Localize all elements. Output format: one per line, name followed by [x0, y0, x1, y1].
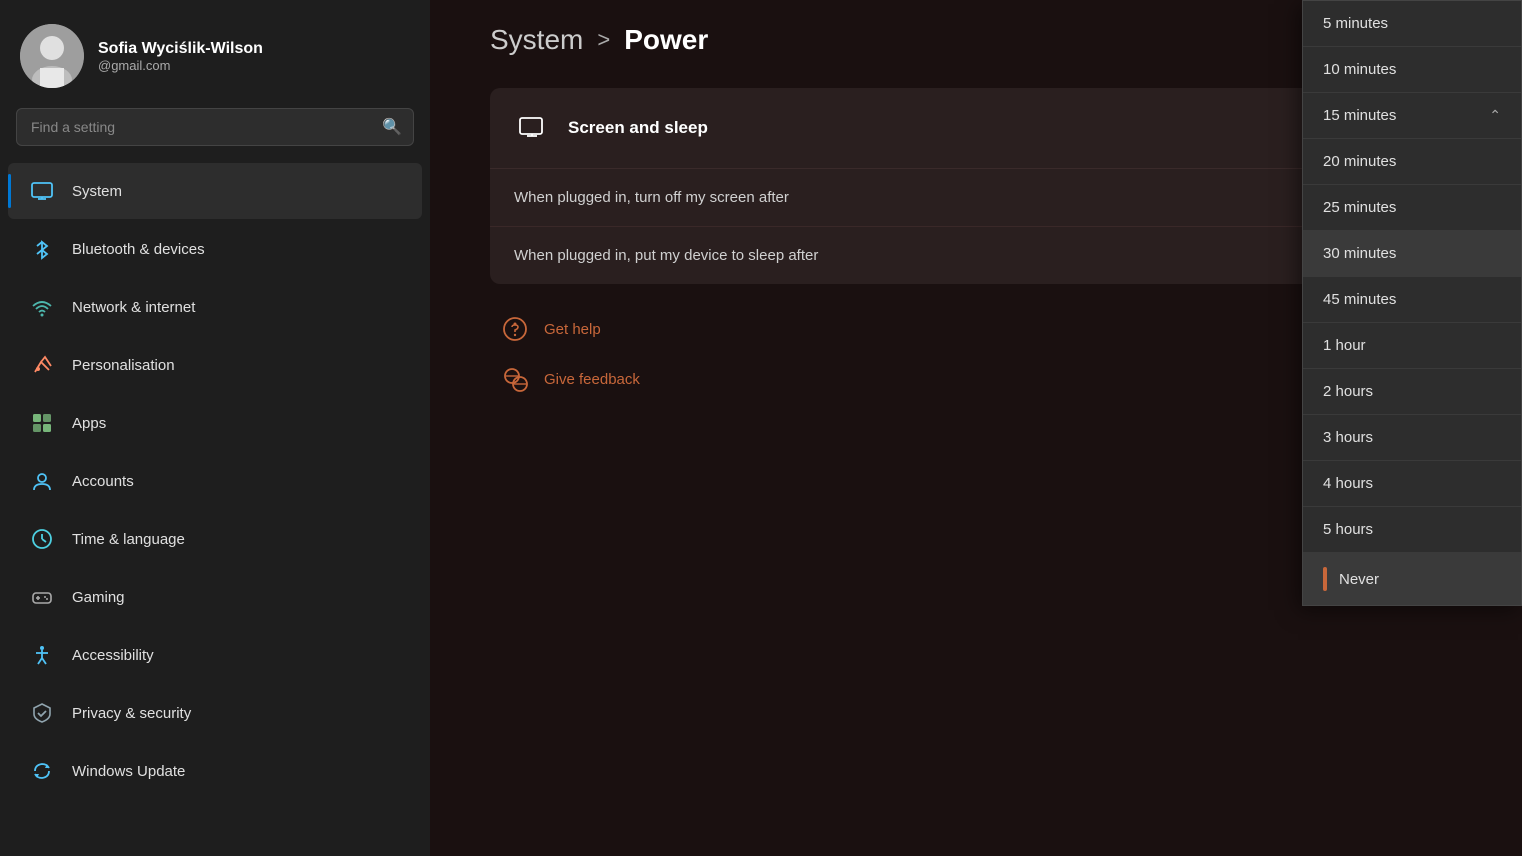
dropdown-label-5: 30 minutes: [1323, 245, 1396, 262]
sidebar-label-accessibility: Accessibility: [72, 647, 154, 664]
sidebar-item-accessibility[interactable]: Accessibility: [8, 627, 422, 683]
main-content: System > Power Screen and sleep When plu…: [430, 0, 1522, 856]
dropdown-label-7: 1 hour: [1323, 337, 1366, 354]
accounts-icon: [28, 467, 56, 495]
selected-indicator: [1323, 567, 1327, 591]
search-icon: 🔍: [382, 117, 402, 137]
sidebar-label-time: Time & language: [72, 531, 185, 548]
sidebar-item-apps[interactable]: Apps: [8, 395, 422, 451]
chevron-up-icon: ⌃: [1489, 107, 1501, 124]
apps-icon: [28, 409, 56, 437]
sidebar-label-system: System: [72, 183, 122, 200]
breadcrumb-parent: System: [490, 24, 583, 56]
sidebar-item-network[interactable]: Network & internet: [8, 279, 422, 335]
sidebar-label-accounts: Accounts: [72, 473, 134, 490]
give-feedback-label: Give feedback: [544, 371, 640, 388]
dropdown-label-11: 5 hours: [1323, 521, 1373, 538]
sidebar-item-update[interactable]: Windows Update: [8, 743, 422, 799]
sidebar-item-bluetooth[interactable]: Bluetooth & devices: [8, 221, 422, 277]
dropdown-item-5[interactable]: 30 minutes: [1303, 231, 1521, 277]
network-icon: [28, 293, 56, 321]
dropdown-item-2[interactable]: 15 minutes ⌃: [1303, 93, 1521, 139]
give-feedback-icon: [500, 364, 530, 394]
dropdown-label-10: 4 hours: [1323, 475, 1373, 492]
sleep-time-dropdown[interactable]: 5 minutes 10 minutes 15 minutes ⌃ 20 min…: [1302, 0, 1522, 606]
dropdown-item-4[interactable]: 25 minutes: [1303, 185, 1521, 231]
user-name: Sofia Wyciślik-Wilson: [98, 40, 263, 58]
dropdown-label-4: 25 minutes: [1323, 199, 1396, 216]
dropdown-label-3: 20 minutes: [1323, 153, 1396, 170]
sidebar-label-network: Network & internet: [72, 299, 195, 316]
sidebar-item-system[interactable]: System: [8, 163, 422, 219]
never-item-inner: Never: [1323, 567, 1379, 591]
sidebar-item-accounts[interactable]: Accounts: [8, 453, 422, 509]
sidebar-item-time[interactable]: Time & language: [8, 511, 422, 567]
update-icon: [28, 757, 56, 785]
sleep-label: When plugged in, put my device to sleep …: [514, 247, 818, 264]
search-input[interactable]: [16, 108, 414, 146]
gaming-icon: [28, 583, 56, 611]
dropdown-label-2: 15 minutes: [1323, 107, 1396, 124]
sidebar-item-personalisation[interactable]: Personalisation: [8, 337, 422, 393]
avatar-image: [20, 24, 84, 88]
dropdown-item-11[interactable]: 5 hours: [1303, 507, 1521, 553]
dropdown-item-1[interactable]: 10 minutes: [1303, 47, 1521, 93]
bluetooth-icon: [28, 235, 56, 263]
privacy-icon: [28, 699, 56, 727]
breadcrumb-current: Power: [624, 24, 708, 56]
sidebar: Sofia Wyciślik-Wilson @gmail.com 🔍 Syste…: [0, 0, 430, 856]
dropdown-label-0: 5 minutes: [1323, 15, 1388, 32]
dropdown-label-12: Never: [1339, 571, 1379, 588]
dropdown-item-8[interactable]: 2 hours: [1303, 369, 1521, 415]
system-icon: [28, 177, 56, 205]
sidebar-label-personalisation: Personalisation: [72, 357, 175, 374]
dropdown-item-12[interactable]: Never: [1303, 553, 1521, 605]
dropdown-item-0[interactable]: 5 minutes: [1303, 1, 1521, 47]
sidebar-item-gaming[interactable]: Gaming: [8, 569, 422, 625]
user-email: @gmail.com: [98, 58, 263, 73]
sidebar-label-gaming: Gaming: [72, 589, 125, 606]
sidebar-label-apps: Apps: [72, 415, 106, 432]
accessibility-icon: [28, 641, 56, 669]
breadcrumb-separator: >: [597, 27, 610, 53]
avatar: [20, 24, 84, 88]
sidebar-label-privacy: Privacy & security: [72, 705, 191, 722]
dropdown-item-9[interactable]: 3 hours: [1303, 415, 1521, 461]
dropdown-item-10[interactable]: 4 hours: [1303, 461, 1521, 507]
search-box[interactable]: 🔍: [16, 108, 414, 146]
personalisation-icon: [28, 351, 56, 379]
get-help-label: Get help: [544, 321, 601, 338]
user-info: Sofia Wyciślik-Wilson @gmail.com: [98, 40, 263, 73]
dropdown-item-7[interactable]: 1 hour: [1303, 323, 1521, 369]
dropdown-item-3[interactable]: 20 minutes: [1303, 139, 1521, 185]
dropdown-label-1: 10 minutes: [1323, 61, 1396, 78]
dropdown-item-6[interactable]: 45 minutes: [1303, 277, 1521, 323]
section-title: Screen and sleep: [568, 118, 708, 138]
sidebar-item-privacy[interactable]: Privacy & security: [8, 685, 422, 741]
time-icon: [28, 525, 56, 553]
user-profile[interactable]: Sofia Wyciślik-Wilson @gmail.com: [0, 0, 430, 108]
dropdown-label-6: 45 minutes: [1323, 291, 1396, 308]
get-help-icon: [500, 314, 530, 344]
screen-sleep-icon: [514, 110, 550, 146]
screen-off-label: When plugged in, turn off my screen afte…: [514, 189, 789, 206]
sidebar-label-update: Windows Update: [72, 763, 185, 780]
sidebar-label-bluetooth: Bluetooth & devices: [72, 241, 205, 258]
dropdown-label-9: 3 hours: [1323, 429, 1373, 446]
dropdown-label-8: 2 hours: [1323, 383, 1373, 400]
